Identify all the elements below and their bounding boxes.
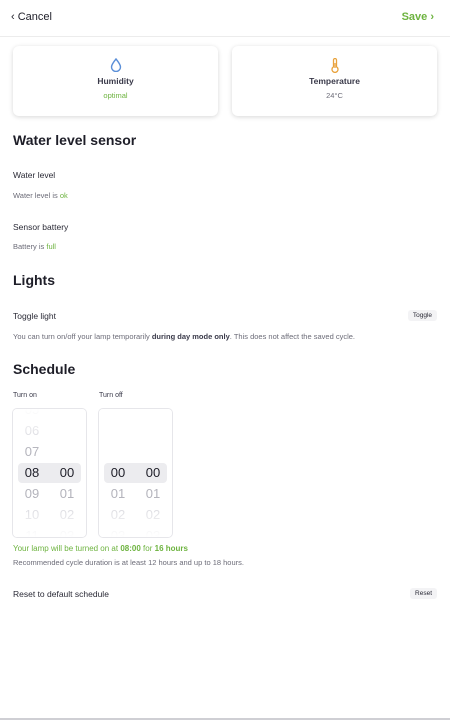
sensor-battery-status: Battery is full	[13, 242, 56, 251]
picker-value[interactable]: 02	[101, 507, 135, 522]
lights-note: You can turn on/off your lamp temporaril…	[13, 332, 355, 341]
reset-button[interactable]: Reset	[410, 588, 437, 599]
picker-value[interactable]: 01	[101, 486, 135, 501]
humidity-card: Humidity optimal	[13, 46, 218, 116]
picker-value[interactable]: 10	[15, 507, 49, 522]
turn-off-picker[interactable]: 00 01 02 03 00 01 02 03	[98, 408, 173, 538]
water-sensor-heading: Water level sensor	[13, 132, 137, 148]
picker-value[interactable]: 11	[15, 528, 49, 537]
top-bar: ‹ Cancel Save ›	[0, 0, 450, 37]
picker-selected-value[interactable]: 00	[101, 465, 135, 480]
turn-off-hour-wheel[interactable]: 00 01 02 03	[101, 409, 135, 537]
picker-value[interactable]: 01	[136, 486, 170, 501]
turn-on-minute-wheel[interactable]: 00 01 02 03	[50, 409, 84, 537]
toggle-light-label: Toggle light	[13, 311, 57, 321]
picker-value[interactable]: 02	[136, 507, 170, 522]
picker-selected-value[interactable]: 00	[50, 465, 84, 480]
water-level-value: ok	[59, 191, 68, 200]
toggle-light-button[interactable]: Toggle	[407, 310, 437, 321]
turn-on-label: Turn on	[13, 392, 37, 399]
picker-value[interactable]: 06	[15, 423, 49, 438]
picker-value[interactable]: 09	[15, 486, 49, 501]
lights-heading: Lights	[13, 272, 55, 288]
humidity-value: optimal	[103, 91, 128, 100]
battery-value: full	[46, 242, 56, 251]
sensor-battery-label: Sensor battery	[13, 222, 69, 232]
temperature-card: Temperature 24°C	[232, 46, 437, 116]
picker-value[interactable]: 03	[136, 528, 170, 537]
picker-selected-value[interactable]: 08	[15, 465, 49, 480]
water-drop-icon	[110, 57, 122, 77]
schedule-recommendation: Recommended cycle duration is at least 1…	[13, 558, 244, 567]
picker-value[interactable]: 03	[101, 528, 135, 537]
turn-off-minute-wheel[interactable]: 00 01 02 03	[136, 409, 170, 537]
temperature-title: Temperature	[309, 76, 360, 86]
schedule-heading: Schedule	[13, 361, 76, 377]
picker-value[interactable]: 01	[50, 486, 84, 501]
picker-value[interactable]: 05	[15, 409, 49, 417]
schedule-summary: Your lamp will be turned on at 08:00 for…	[13, 544, 188, 553]
turn-on-picker[interactable]: 05 06 07 08 09 10 11 00 01 02 03	[12, 408, 87, 538]
turn-off-label: Turn off	[99, 392, 123, 399]
water-level-label: Water level	[13, 170, 56, 180]
picker-value[interactable]: 02	[50, 507, 84, 522]
picker-value[interactable]: 07	[15, 444, 49, 459]
picker-value[interactable]: 03	[50, 528, 84, 537]
water-level-status: Water level is ok	[13, 191, 68, 200]
thermometer-icon	[330, 57, 340, 78]
reset-schedule-label: Reset to default schedule	[13, 589, 109, 599]
save-button[interactable]: Save ›	[402, 11, 434, 23]
temperature-value: 24°C	[326, 91, 343, 100]
picker-selected-value[interactable]: 00	[136, 465, 170, 480]
cancel-button[interactable]: ‹ Cancel	[11, 11, 52, 23]
humidity-title: Humidity	[97, 76, 134, 86]
turn-on-hour-wheel[interactable]: 05 06 07 08 09 10 11	[15, 409, 49, 537]
